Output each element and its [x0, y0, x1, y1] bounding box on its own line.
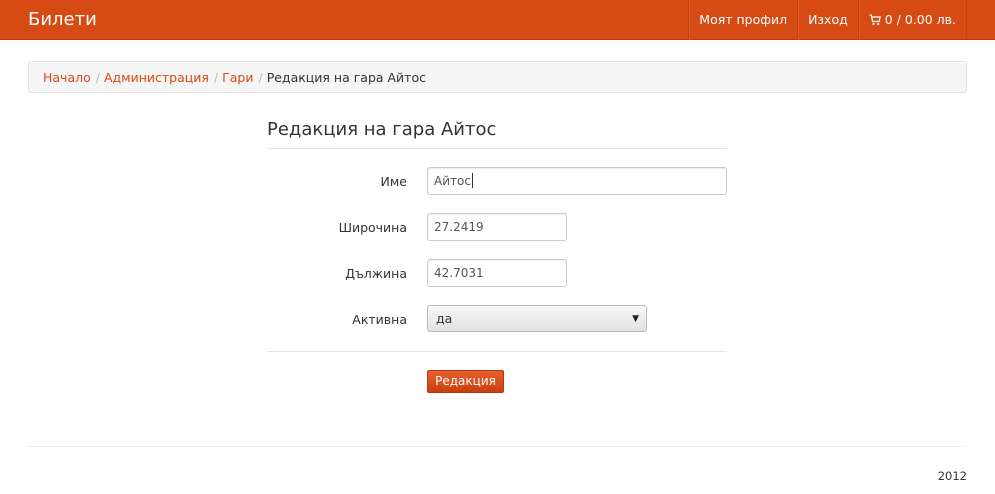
nav-menu: Моят профил Изход 0 / 0.00 лв.: [688, 0, 967, 40]
title-divider: [267, 148, 727, 149]
nav-cart[interactable]: 0 / 0.00 лв.: [857, 0, 967, 41]
breadcrumb-current: Редакция на гара Айтос: [266, 70, 426, 85]
submit-edit-button[interactable]: Редакция: [427, 370, 504, 393]
breadcrumb-separator: /: [95, 70, 100, 85]
name-label: Име: [380, 174, 407, 189]
active-select-value: да: [436, 311, 453, 326]
breadcrumb-stations[interactable]: Гари: [222, 70, 253, 85]
brand-link[interactable]: Билети: [28, 0, 97, 40]
breadcrumb-separator: /: [213, 70, 219, 85]
latitude-label: Широчина: [338, 220, 407, 235]
actions-divider: [267, 351, 727, 352]
top-navbar: Билети Моят профил Изход 0 / 0.00 лв.: [0, 0, 995, 40]
cart-summary: 0 / 0.00 лв.: [884, 12, 956, 27]
breadcrumb: Начало / Администрация / Гари / Редакция на га…: [28, 61, 967, 93]
text-cursor: [471, 173, 473, 188]
footer-divider: [28, 446, 967, 447]
latitude-input[interactable]: 27.2419: [427, 213, 567, 241]
longitude-label: Дължина: [345, 266, 407, 281]
nav-logout[interactable]: Изход: [797, 0, 858, 40]
page-title: Редакция на гара Айтос: [267, 119, 497, 140]
breadcrumb-administration[interactable]: Администрация: [104, 70, 209, 85]
nav-my-profile[interactable]: Моят профил: [688, 0, 797, 40]
name-value: Айтос: [434, 174, 471, 188]
dropdown-arrow-icon: ▼: [632, 314, 639, 324]
active-select[interactable]: да ▼: [427, 305, 647, 332]
shopping-cart-icon: [869, 2, 881, 41]
longitude-input[interactable]: 42.7031: [427, 259, 567, 287]
breadcrumb-separator: /: [258, 70, 263, 85]
footer-year: 2012: [937, 469, 967, 483]
active-label: Активна: [352, 312, 407, 327]
name-input[interactable]: Айтос: [427, 167, 727, 195]
breadcrumb-home[interactable]: Начало: [43, 70, 91, 85]
